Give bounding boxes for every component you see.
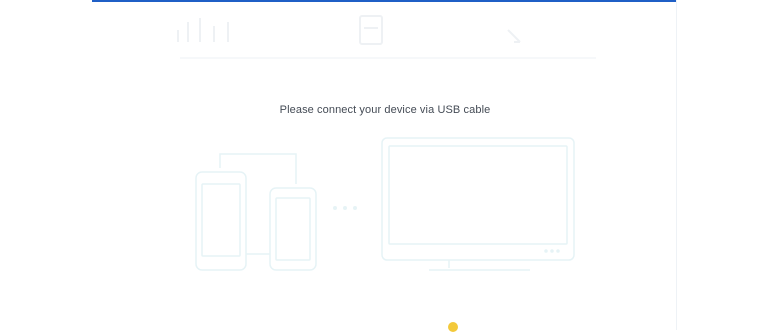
faded-toolbar [170,8,610,60]
device-connect-illustration [190,134,585,280]
toolbar-icon-right [507,29,521,43]
phone-devices-icon [195,153,317,271]
window-right-edge [676,0,677,330]
toolbar-icon-center [359,15,383,45]
info-icon [448,322,458,332]
window-top-accent-bar [92,0,677,2]
toolbar-icon-left [177,18,229,42]
footer-hint-text[interactable] [462,324,632,332]
connect-prompt: Please connect your device via USB cable [279,104,491,116]
connection-dots-icon [333,206,357,210]
computer-monitor-icon [381,137,575,271]
